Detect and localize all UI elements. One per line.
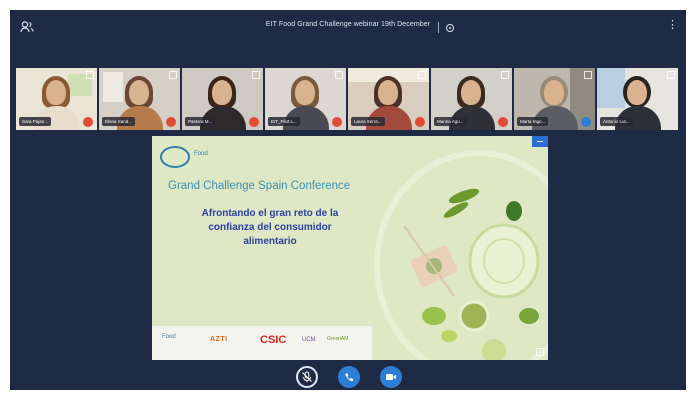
- eit-food-logo: [160, 146, 190, 168]
- expand-icon[interactable]: [667, 71, 675, 79]
- leave-call-button[interactable]: [338, 366, 360, 388]
- partner-csic: CSIC: [260, 334, 287, 346]
- partner-greenam: GreenAM: [327, 336, 349, 342]
- partner-ucm: UCM: [302, 337, 316, 343]
- logo-text: Food: [194, 151, 208, 157]
- camera-button[interactable]: [380, 366, 402, 388]
- expand-icon[interactable]: [86, 71, 94, 79]
- participant-name: Sara Pajan...: [19, 117, 52, 126]
- mic-on-icon: [581, 117, 591, 127]
- subtitle-line: confianza del consumidor: [208, 222, 332, 233]
- participant-name: Antonio Lut...: [600, 117, 633, 126]
- expand-icon[interactable]: [584, 71, 592, 79]
- partner-eit-food: Food: [162, 334, 176, 340]
- minimize-presentation-button[interactable]: [532, 136, 548, 147]
- mic-muted-icon: [498, 117, 508, 127]
- participant-name: EIT_Pilot L...: [268, 117, 300, 126]
- conference-window: EIT Food Grand Challenge webinar 19th De…: [10, 10, 686, 390]
- title-separator: [438, 22, 439, 33]
- expand-icon[interactable]: [335, 71, 343, 79]
- participant-tile[interactable]: EIT_Pilot L...: [265, 68, 346, 130]
- mic-muted-icon: [83, 117, 93, 127]
- participant-tile[interactable]: Laura Serra...: [348, 68, 429, 130]
- participant-name: Pastora M...: [185, 117, 216, 126]
- mic-off-icon: [302, 371, 312, 382]
- meeting-title: EIT Food Grand Challenge webinar 19th De…: [265, 21, 431, 28]
- slide-title: Grand Challenge Spain Conference: [168, 180, 351, 192]
- partner-logos: Food AZTI CSIC UCM GreenAM: [152, 326, 372, 360]
- food-illustration: [403, 188, 540, 360]
- expand-icon[interactable]: [169, 71, 177, 79]
- participant-name: Laura Serra...: [351, 117, 385, 126]
- participant-tile[interactable]: Marina Agu...: [431, 68, 512, 130]
- partner-azti: AZTI: [210, 336, 228, 343]
- call-controls: [10, 366, 686, 390]
- fullscreen-icon[interactable]: [536, 348, 544, 356]
- mic-muted-icon: [166, 117, 176, 127]
- expand-icon[interactable]: [501, 71, 509, 79]
- participant-name: Marta Ingo...: [517, 117, 549, 126]
- mute-button[interactable]: [296, 366, 318, 388]
- participant-strip: Sara Pajan... Elena Sand... Pastora M...…: [16, 68, 682, 130]
- expand-icon[interactable]: [418, 71, 426, 79]
- camera-icon: [386, 374, 396, 380]
- expand-icon[interactable]: [252, 71, 260, 79]
- participant-tile[interactable]: Pastora M...: [182, 68, 263, 130]
- participant-name: Elena Sand...: [102, 117, 136, 126]
- record-icon[interactable]: [446, 24, 454, 32]
- participant-name: Marina Agu...: [434, 117, 467, 126]
- mic-muted-icon: [332, 117, 342, 127]
- subtitle-line: Afrontando el gran reto de la: [201, 208, 339, 219]
- kebab-menu-icon[interactable]: ⋮: [667, 20, 678, 31]
- participant-tile[interactable]: Marta Ingo...: [514, 68, 595, 130]
- mic-muted-icon: [415, 117, 425, 127]
- subtitle-line: alimentario: [243, 236, 297, 247]
- shared-presentation: Food Grand Challenge Spain Conference Af…: [152, 136, 548, 360]
- participant-tile[interactable]: Sara Pajan...: [16, 68, 97, 130]
- participant-tile[interactable]: Antonio Lut...: [597, 68, 678, 130]
- phone-icon: [344, 372, 353, 381]
- participant-tile[interactable]: Elena Sand...: [99, 68, 180, 130]
- mic-muted-icon: [249, 117, 259, 127]
- slide-subtitle: Afrontando el gran reto de la confianza …: [170, 207, 370, 249]
- top-bar: EIT Food Grand Challenge webinar 19th De…: [10, 10, 686, 44]
